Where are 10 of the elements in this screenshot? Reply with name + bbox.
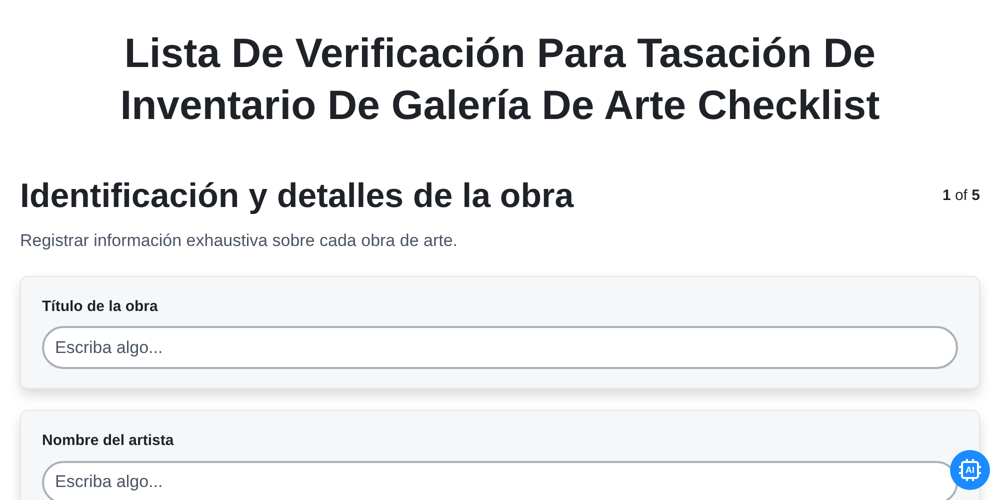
field-label: Título de la obra	[42, 296, 159, 316]
input-field[interactable]: Escriba algo...	[42, 460, 958, 500]
field-label: Nombre del artista	[42, 431, 175, 451]
section-heading: Identificación y detalles de la obra	[20, 176, 574, 217]
section-description: Registrar información exhaustiva sobre cada obra de arte.	[20, 230, 459, 252]
step-counter: 1 of 5	[942, 186, 980, 206]
input-field[interactable]: Escriba algo...	[42, 326, 958, 369]
chip-icon	[958, 458, 982, 482]
ai-label: AI	[966, 466, 974, 474]
page-title: Lista De Verificación Para Tasación De Inventario De Galería De Arte Checklist	[119, 29, 881, 130]
